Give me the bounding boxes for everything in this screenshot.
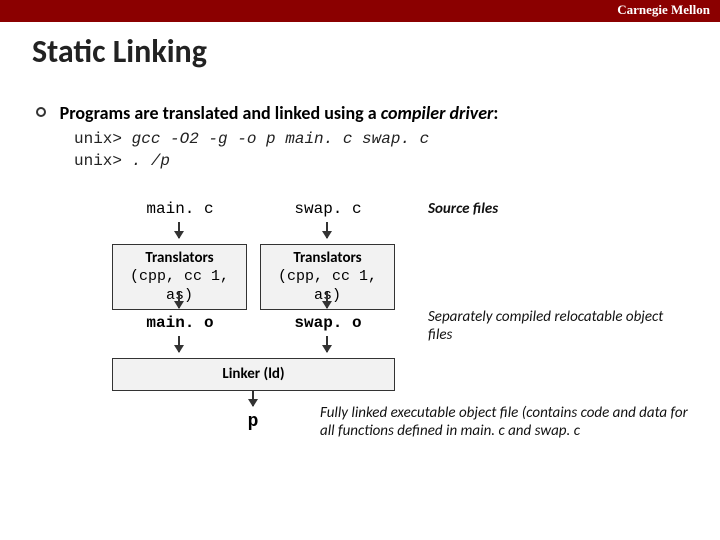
linker-label: Linker (ld) [222, 365, 284, 383]
brand-label: Carnegie Mellon [617, 2, 710, 18]
arrow-icon [326, 222, 328, 238]
annotation-executable: Fully linked executable object file (con… [320, 404, 690, 440]
source-file-main: main. c [130, 200, 230, 218]
annotation-object-files: Separately compiled relocatable object f… [428, 308, 688, 344]
source-file-swap: swap. c [278, 200, 378, 218]
code-block: unix> gcc -O2 -g -o p main. c swap. c un… [74, 128, 429, 173]
arrow-icon [178, 336, 180, 352]
translator-head: Translators [115, 249, 244, 268]
arrow-icon [178, 222, 180, 238]
annotation-source-files: Source files [428, 200, 598, 218]
arrow-icon [326, 336, 328, 352]
arrow-icon [178, 292, 180, 308]
header-bar [0, 0, 720, 22]
arrow-icon [252, 390, 254, 406]
object-file-main: main. o [130, 314, 230, 332]
slide-title: Static Linking [32, 32, 207, 71]
linker-box: Linker (ld) [112, 358, 395, 391]
arrow-icon [326, 292, 328, 308]
translator-head: Translators [263, 249, 392, 268]
bullet-line: Programs are translated and linked using… [36, 102, 700, 124]
bullet-text: Programs are translated and linked using… [60, 102, 499, 124]
bullet-icon [36, 107, 46, 117]
object-file-swap: swap. o [278, 314, 378, 332]
executable-p: p [238, 412, 268, 432]
